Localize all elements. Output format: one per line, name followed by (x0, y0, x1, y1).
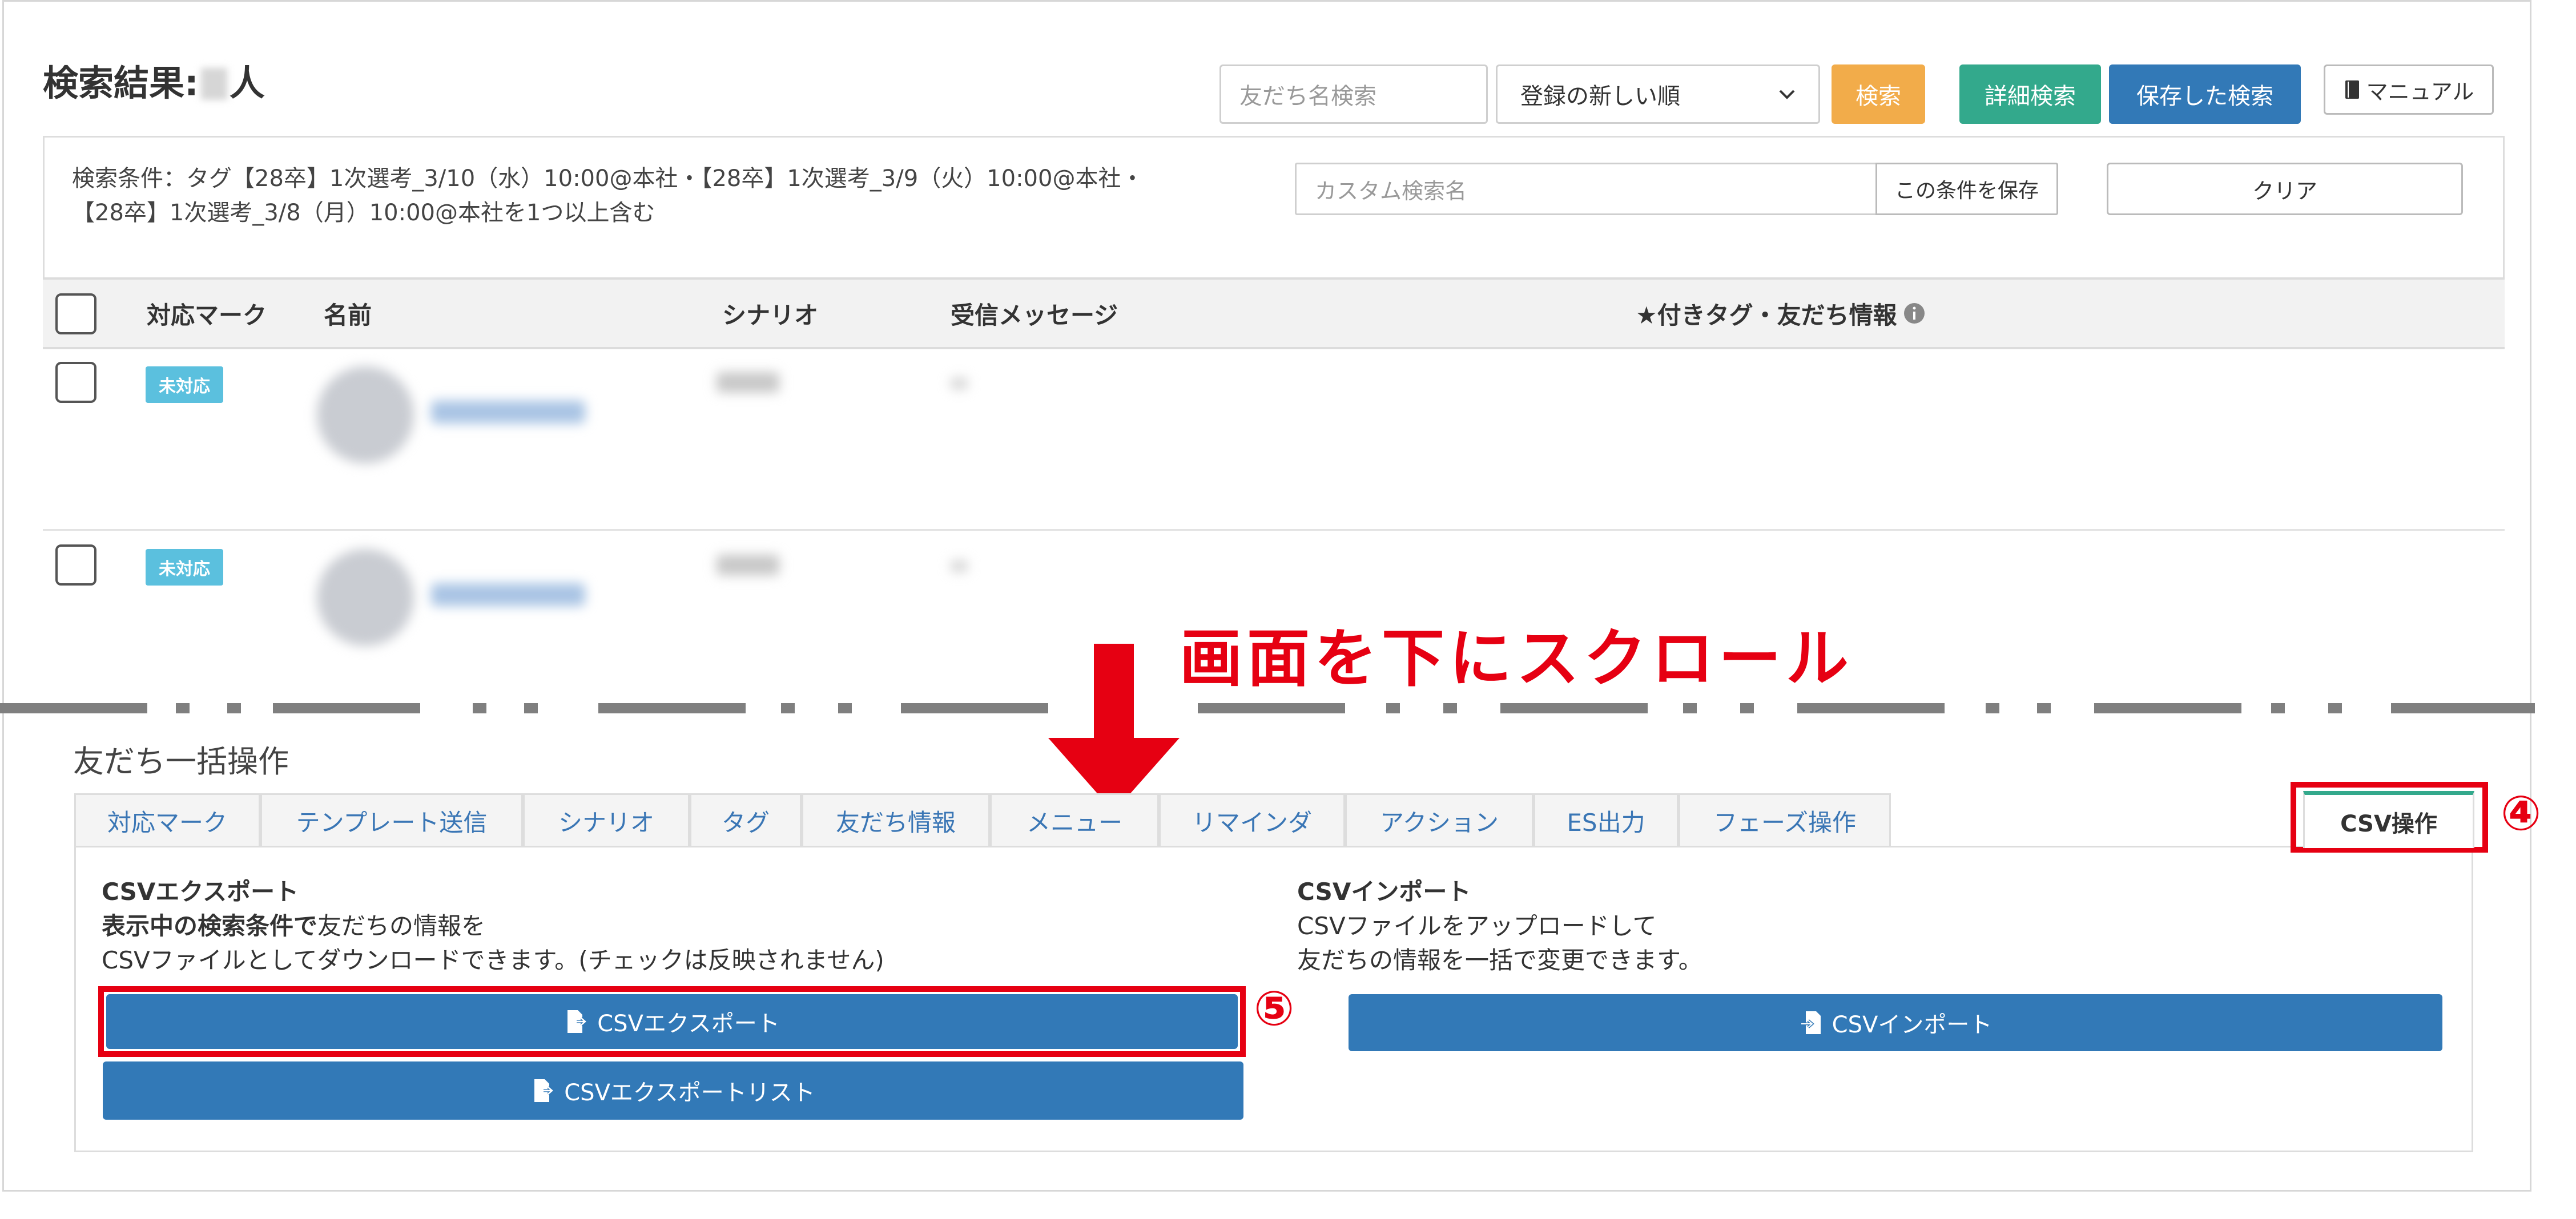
status-badge[interactable]: 未対応 (146, 366, 223, 403)
scenario-blurred (717, 555, 779, 575)
search-conditions-panel: 検索条件：タグ【28卒】1次選考_3/10（水）10:00@本社・【28卒】1次… (43, 136, 2505, 277)
friend-name-blurred[interactable] (431, 583, 585, 606)
csv-import-description-1: CSVファイルをアップロードして (1297, 912, 1657, 940)
tab-csv-operations[interactable]: CSV操作 (2303, 791, 2474, 848)
friend-name-blurred[interactable] (431, 401, 585, 423)
col-header-starred-tags: ★付きタグ・友だち情報 (1636, 280, 1926, 347)
file-export-icon (567, 1010, 588, 1033)
title-prefix: 検索結果: (43, 62, 199, 104)
saved-search-button[interactable]: 保存した検索 (2109, 64, 2301, 124)
message-blurred (951, 560, 968, 572)
bulk-operations-heading: 友だち一括操作 (73, 744, 289, 780)
table-header: 対応マーク 名前 シナリオ 受信メッセージ ★付きタグ・友だち情報 (43, 277, 2505, 349)
row-checkbox[interactable] (55, 544, 96, 586)
csv-export-list-label: CSVエクスポートリスト (564, 1080, 815, 1106)
custom-search-name-input[interactable]: カスタム検索名 (1295, 163, 1877, 215)
detail-search-button[interactable]: 詳細検索 (1959, 64, 2101, 124)
arrow-down-icon (1048, 644, 1180, 812)
csv-import-button[interactable]: CSVインポート (1349, 994, 2442, 1051)
csv-export-desc-bold: 表示中の検索条件で (102, 912, 318, 940)
search-button[interactable]: 検索 (1832, 64, 1925, 124)
tab-status-mark[interactable]: 対応マーク (74, 793, 260, 847)
tab-friend-info[interactable]: 友だち情報 (802, 793, 990, 847)
scroll-down-annotation: 画面を下にスクロール (1180, 622, 1853, 695)
tab-tag[interactable]: タグ (690, 793, 802, 847)
save-condition-button[interactable]: この条件を保存 (1875, 163, 2058, 215)
manual-button[interactable]: マニュアル (2324, 64, 2494, 115)
conditions-line-2: 【28卒】1次選考_3/8（月）10:00@本社を1つ以上含む (72, 200, 655, 226)
avatar (317, 549, 414, 646)
step-5-marker: ⑤ (1254, 980, 1295, 1036)
info-icon[interactable] (1903, 302, 1926, 325)
tab-menu[interactable]: メニュー (990, 793, 1159, 847)
tab-reminder[interactable]: リマインダ (1159, 793, 1345, 847)
col-header-name: 名前 (324, 301, 372, 329)
friend-search-input[interactable]: 友だち名検索 (1219, 64, 1488, 124)
tab-phase-operation[interactable]: フェーズ操作 (1679, 793, 1891, 847)
manual-label: マニュアル (2366, 79, 2474, 104)
search-conditions-text: 検索条件：タグ【28卒】1次選考_3/10（水）10:00@本社・【28卒】1次… (72, 162, 1328, 230)
csv-export-description-2: CSVファイルとしてダウンロードできます。(チェックは反映されません) (102, 946, 884, 974)
table-row[interactable]: 未対応 (43, 349, 2505, 531)
clear-button[interactable]: クリア (2107, 163, 2463, 215)
friend-search-placeholder: 友だち名検索 (1239, 83, 1376, 110)
file-import-icon (1801, 1011, 1821, 1034)
csv-export-title: CSVエクスポート (102, 878, 299, 906)
tab-template-send[interactable]: テンプレート送信 (260, 793, 523, 847)
col-header-scenario: シナリオ (722, 301, 819, 329)
result-count-blurred (200, 68, 227, 100)
col-header-starred-tags-label: ★付きタグ・友だち情報 (1636, 301, 1897, 329)
csv-export-desc-rest: 友だちの情報を (317, 912, 486, 940)
tab-action[interactable]: アクション (1345, 793, 1533, 847)
status-badge[interactable]: 未対応 (146, 549, 223, 586)
conditions-line-1: 検索条件：タグ【28卒】1次選考_3/10（水）10:00@本社・【28卒】1次… (72, 166, 1144, 192)
dashed-separator (0, 703, 2535, 713)
csv-import-title: CSVインポート (1297, 878, 1471, 906)
sort-selected-value: 登録の新しい順 (1520, 83, 1680, 110)
message-blurred (951, 378, 968, 389)
select-all-checkbox[interactable] (55, 293, 96, 334)
chevron-down-icon (1779, 90, 1795, 99)
row-checkbox[interactable] (55, 362, 96, 403)
col-header-status-mark: 対応マーク (147, 301, 267, 329)
tab-es-output[interactable]: ES出力 (1533, 793, 1679, 847)
scenario-blurred (717, 372, 779, 393)
title-suffix: 人 (229, 62, 265, 104)
book-icon (2345, 80, 2359, 99)
csv-import-description-2: 友だちの情報を一括で変更できます。 (1297, 946, 1702, 974)
col-header-received-message: 受信メッセージ (951, 301, 1118, 329)
step-4-marker: ④ (2501, 785, 2542, 841)
page-title: 検索結果: 人 (43, 54, 265, 106)
custom-search-placeholder: カスタム検索名 (1315, 178, 1467, 204)
sort-select[interactable]: 登録の新しい順 (1496, 64, 1820, 124)
csv-import-label: CSVインポート (1832, 1012, 1993, 1038)
csv-export-description-1: 表示中の検索条件で友だちの情報を (102, 909, 485, 944)
csv-export-list-button[interactable]: CSVエクスポートリスト (103, 1061, 1243, 1120)
csv-export-label: CSVエクスポート (597, 1011, 780, 1037)
avatar (317, 366, 414, 463)
tab-scenario[interactable]: シナリオ (523, 793, 690, 847)
csv-export-button[interactable]: CSVエクスポート (106, 994, 1238, 1049)
file-export-icon (534, 1079, 555, 1102)
